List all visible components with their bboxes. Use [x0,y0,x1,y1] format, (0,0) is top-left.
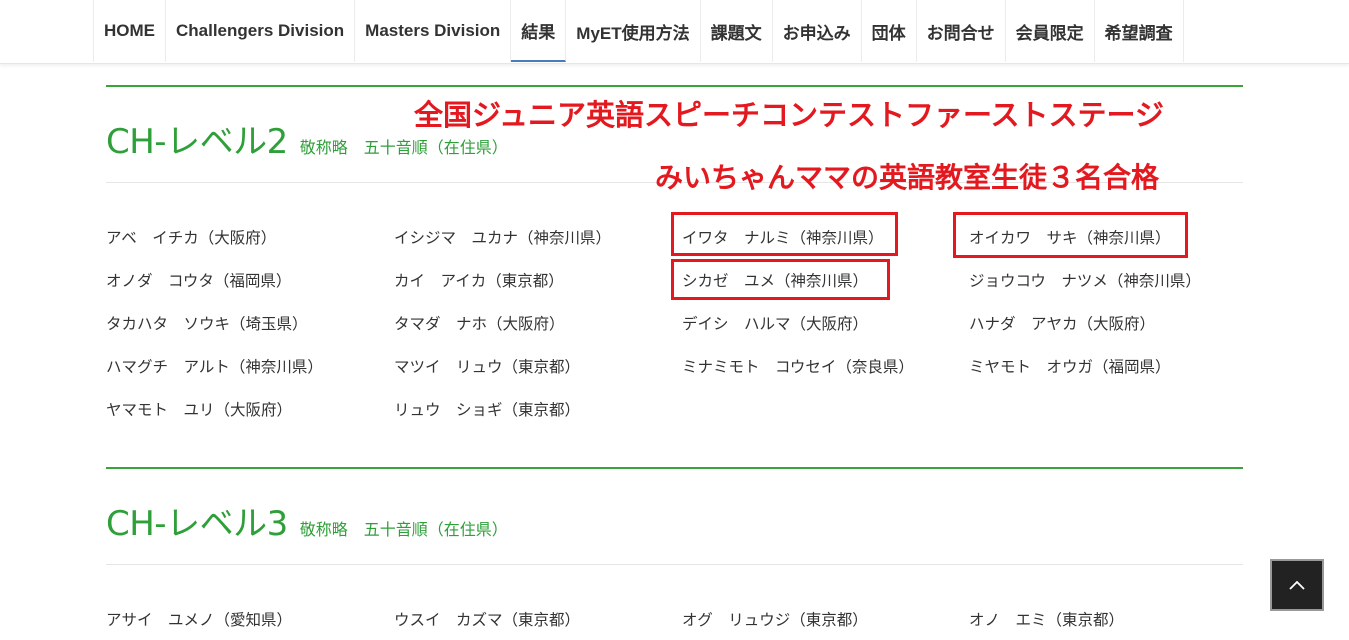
participant-name: マツイ リュウ（東京都） [394,357,581,376]
highlight-box [671,212,898,256]
top-nav: HOME Challengers Division Masters Division… [0,0,1349,64]
section-title: CH-レベル2 [106,122,288,162]
list-item: イシジマ ユカナ（神奈川県） [394,215,682,258]
list-item: ミナミモト コウセイ（奈良県） [682,344,969,387]
participant-name: リュウ ショギ（東京都） [394,400,581,419]
list-item: オグ リュウジ（東京都） [682,597,969,640]
nav-item[interactable]: 希望調査 [1095,0,1184,62]
participant-name: ミヤモト オウガ（福岡県） [969,357,1171,376]
chevron-up-icon [1289,580,1305,590]
participant-name: ジョウコウ ナツメ（神奈川県） [969,271,1201,290]
highlight-box [671,259,890,300]
list-item: デイシ ハルマ（大阪府） [682,301,969,344]
section-separator [106,564,1243,565]
section-subtitle: 敬称略 五十音順（在住県） [299,138,508,157]
nav-item[interactable]: 団体 [862,0,917,62]
list-item: ウスイ カズマ（東京都） [394,597,682,640]
participant-name: ハナダ アヤカ（大阪府） [969,314,1156,333]
participant-name: アベ イチカ（大阪府） [106,228,277,247]
participant-name: アサイ ユメノ（愛知県） [106,610,293,629]
results-section-level3: CH-レベル3 敬称略 五十音順（在住県） アサイ ユメノ（愛知県） ウスイ カズ… [106,467,1243,629]
list-item: ヤマモト ユリ（大阪府） [106,387,394,430]
nav-item[interactable]: お問合せ [917,0,1006,62]
section-divider [106,467,1243,469]
list-item: ハマグチ アルト（神奈川県） [106,344,394,387]
section-divider [106,85,1243,87]
list-item: ハナダ アヤカ（大阪府） [969,301,1243,344]
nav-item[interactable]: MyET使用方法 [566,0,701,62]
section-subtitle: 敬称略 五十音順（在住県） [299,520,508,539]
participant-name: カイ アイカ（東京都） [394,271,564,290]
participant-name: デイシ ハルマ（大阪府） [682,314,869,333]
list-item: タカハタ ソウキ（埼玉県） [106,301,394,344]
list-item: カイ アイカ（東京都） [394,258,682,301]
nav-item[interactable]: Masters Division [355,0,512,62]
list-item: ジョウコウ ナツメ（神奈川県） [969,258,1243,301]
nav-item[interactable]: 課題文 [701,0,773,62]
list-item: アサイ ユメノ（愛知県） [106,597,394,640]
nav-item[interactable]: HOME [94,0,166,62]
participant-name: オグ リュウジ（東京都） [682,610,868,629]
nav-menu: HOME Challengers Division Masters Division… [93,0,1184,62]
participant-name: イシジマ ユカナ（神奈川県） [394,228,612,247]
back-to-top-button[interactable] [1270,559,1324,611]
list-item: タマダ ナホ（大阪府） [394,301,682,344]
participant-name: ミナミモト コウセイ（奈良県） [682,357,914,376]
list-item: オノ エミ（東京都） [969,597,1243,640]
name-list: アサイ ユメノ（愛知県） ウスイ カズマ（東京都） オグ リュウジ（東京都） オノ エ… [106,597,1243,640]
participant-name: ウスイ カズマ（東京都） [394,610,581,629]
list-item: オノダ コウタ（福岡県） [106,258,394,301]
annotation-subline: みいちゃんママの英語教室生徒３名合格 [655,161,1160,194]
list-item: アベ イチカ（大阪府） [106,215,394,258]
nav-item[interactable]: Challengers Division [166,0,356,62]
section-heading: CH-レベル3 敬称略 五十音順（在住県） [106,496,508,545]
annotation-headline: 全国ジュニア英語スピーチコンテストファーストステージ [414,98,1164,132]
participant-name: ハマグチ アルト（神奈川県） [106,357,323,376]
nav-item[interactable]: お申込み [773,0,862,62]
participant-name: タカハタ ソウキ（埼玉県） [106,314,308,333]
nav-item[interactable]: 会員限定 [1006,0,1095,62]
list-item: リュウ ショギ（東京都） [394,387,682,430]
section-title: CH-レベル3 [106,504,288,544]
list-item: マツイ リュウ（東京都） [394,344,682,387]
nav-item[interactable]: 結果 [511,0,567,62]
participant-name: オノダ コウタ（福岡県） [106,271,292,290]
list-item: ミヤモト オウガ（福岡県） [969,344,1243,387]
highlight-box [953,212,1188,258]
participant-name: ヤマモト ユリ（大阪府） [106,400,293,419]
participant-name: オノ エミ（東京都） [969,610,1125,629]
participant-name: タマダ ナホ（大阪府） [394,314,565,333]
